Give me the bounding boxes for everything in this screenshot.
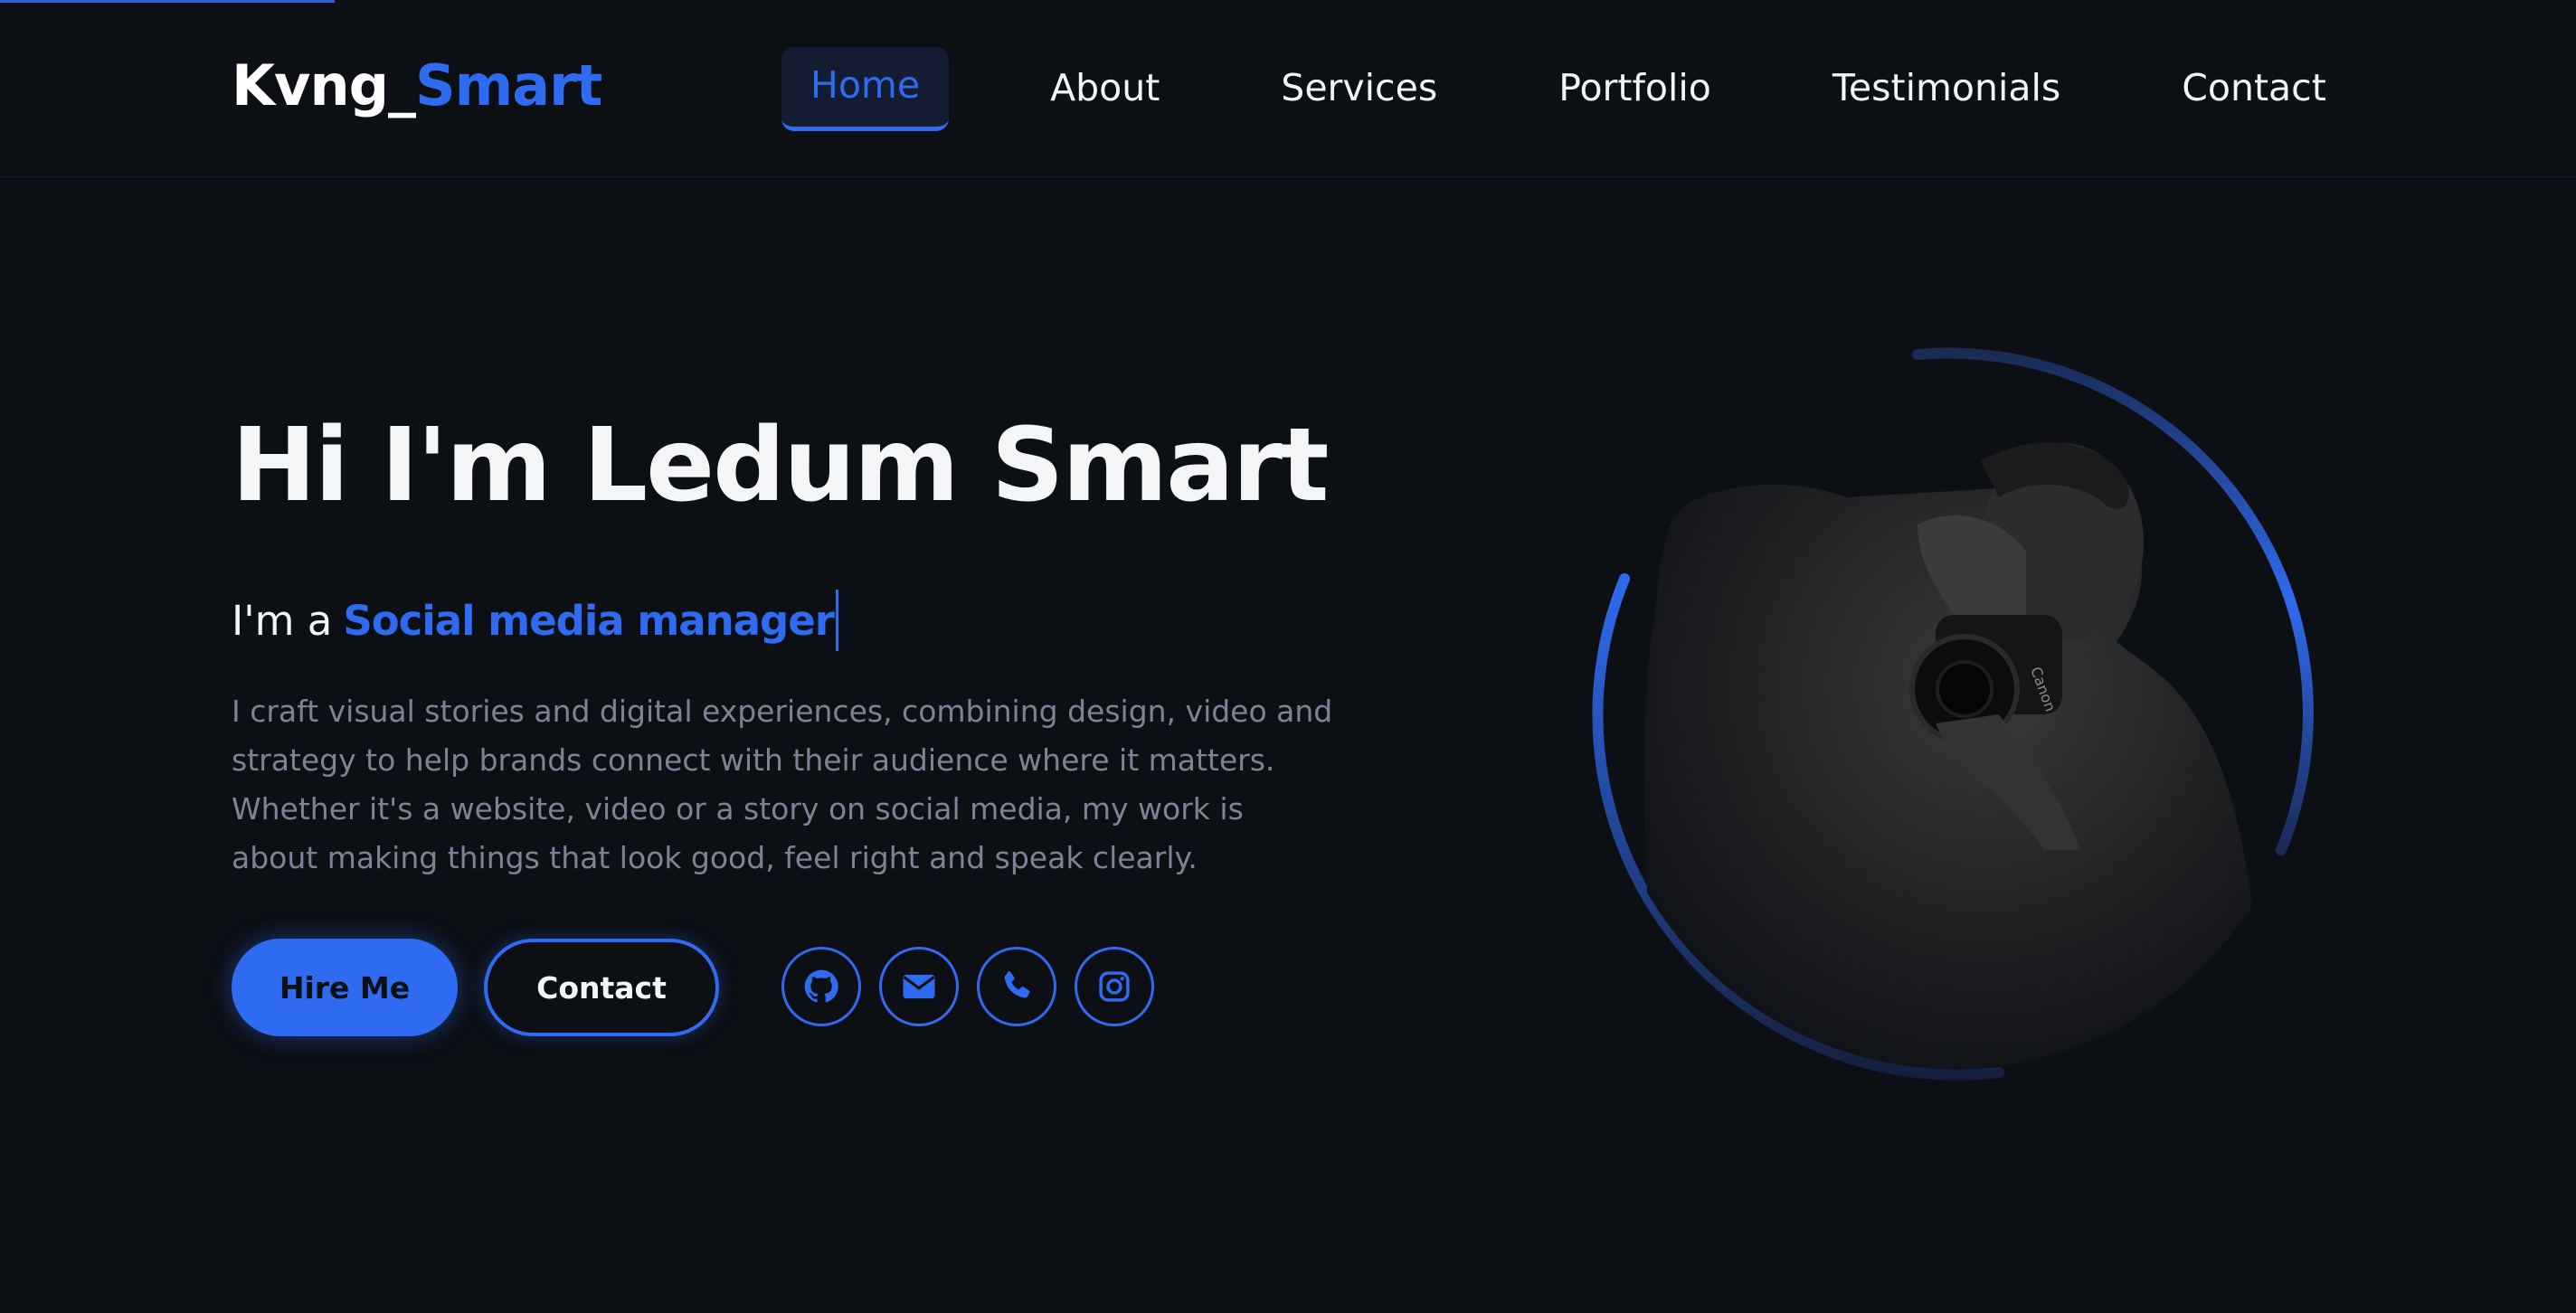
github-icon: [804, 969, 838, 1003]
nav-item-about[interactable]: About: [1021, 50, 1189, 129]
phone-icon: [1004, 971, 1030, 998]
hire-me-button[interactable]: Hire Me: [232, 939, 458, 1036]
hero-subtitle: I'm a Social media manager: [232, 590, 838, 651]
typed-role: Social media manager: [343, 596, 835, 645]
contact-button[interactable]: Contact: [484, 939, 719, 1036]
envelope-icon: [903, 974, 935, 999]
portrait-graphic: Canon: [1592, 347, 2314, 1081]
nav-item-testimonials[interactable]: Testimonials: [1804, 50, 2089, 129]
site-header: Kvng_Smart Home About Services Portfolio…: [0, 0, 2576, 177]
subtitle-prefix: I'm a: [232, 596, 333, 645]
nav-item-portfolio[interactable]: Portfolio: [1530, 50, 1740, 129]
logo-accent-text: Smart: [414, 52, 602, 118]
hero-description: I craft visual stories and digital exper…: [232, 694, 1333, 875]
instagram-icon: [1099, 971, 1130, 1002]
typing-caret: [835, 590, 838, 651]
logo[interactable]: Kvng_Smart: [232, 52, 602, 118]
main-nav: Home About Services Portfolio Testimonia…: [781, 47, 2355, 131]
github-link[interactable]: [781, 947, 861, 1026]
phone-link[interactable]: [977, 947, 1056, 1026]
email-link[interactable]: [879, 947, 959, 1026]
hero-title: Hi I'm Ledum Smart: [232, 407, 1329, 524]
nav-item-contact[interactable]: Contact: [2153, 50, 2355, 129]
social-links: [781, 947, 1172, 1026]
photographer-figure: Canon: [1644, 442, 2261, 1069]
nav-item-home[interactable]: Home: [781, 47, 950, 131]
nav-item-services[interactable]: Services: [1252, 50, 1466, 129]
portrait-section: Canon: [1574, 344, 2334, 1085]
logo-text: Kvng_: [232, 52, 416, 118]
instagram-link[interactable]: [1075, 947, 1154, 1026]
